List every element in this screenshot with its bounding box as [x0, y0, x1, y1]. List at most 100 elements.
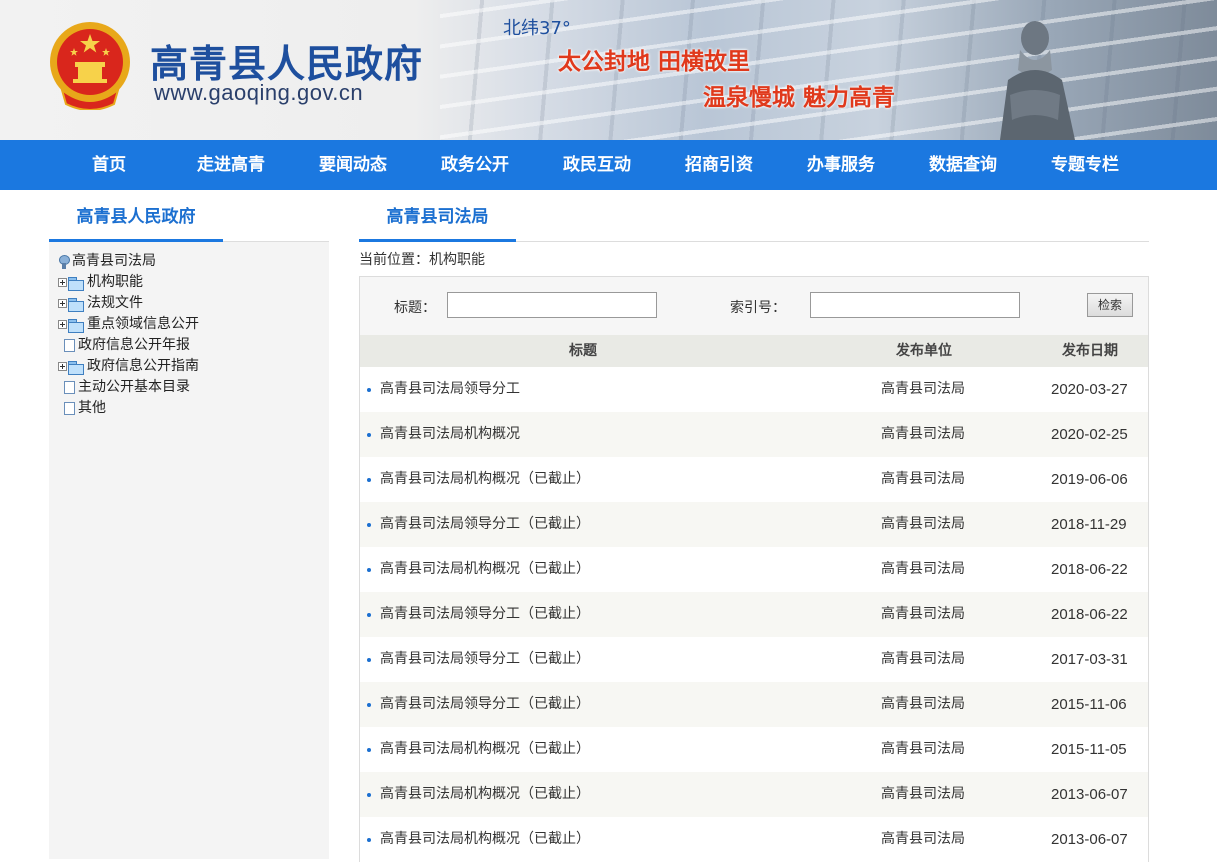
slogan-line-1: 太公封地 田横故里	[558, 49, 751, 75]
table-row: 高青县司法局机构概况（已截止） 高青县司法局 2019-06-06	[360, 457, 1148, 502]
row-title-link[interactable]: 高青县司法局领导分工（已截止）	[380, 682, 590, 727]
search-button[interactable]: 检索	[1087, 293, 1133, 317]
row-unit: 高青县司法局	[881, 471, 965, 487]
row-unit: 高青县司法局	[881, 561, 965, 577]
tree-item[interactable]: 机构职能	[58, 272, 329, 293]
tree-item[interactable]: 其他	[58, 398, 329, 419]
folder-icon	[68, 297, 84, 312]
table-row: 高青县司法局机构概况（已截止） 高青县司法局 2015-11-05	[360, 727, 1148, 772]
bullet-icon	[367, 703, 371, 707]
breadcrumb: 当前位置：机构职能	[359, 252, 485, 268]
row-date: 2015-11-06	[1051, 696, 1127, 713]
document-icon	[64, 402, 75, 415]
expand-plus-icon[interactable]	[58, 299, 67, 308]
bullet-icon	[367, 613, 371, 617]
tree-item-label[interactable]: 政府信息公开指南	[87, 356, 199, 377]
row-title-link[interactable]: 高青县司法局领导分工（已截止）	[380, 637, 590, 682]
row-title-link[interactable]: 高青县司法局机构概况（已截止）	[380, 727, 590, 772]
row-title-link[interactable]: 高青县司法局机构概况	[380, 412, 520, 457]
title-search-input[interactable]	[447, 292, 657, 318]
tree-root[interactable]: 高青县司法局	[58, 251, 329, 272]
nav-item-investment[interactable]: 招商引资	[658, 140, 780, 190]
column-header-unit: 发布单位	[896, 343, 952, 359]
folder-icon	[68, 318, 84, 333]
expand-plus-icon[interactable]	[58, 362, 67, 371]
bullet-icon	[367, 748, 371, 752]
nav-item-about[interactable]: 走进高青	[170, 140, 292, 190]
bullet-icon	[367, 793, 371, 797]
tree-item-label[interactable]: 重点领域信息公开	[87, 314, 199, 335]
bullet-icon	[367, 838, 371, 842]
row-title-link[interactable]: 高青县司法局机构概况（已截止）	[380, 817, 590, 862]
search-bar: 标题： 索引号： 检索	[360, 277, 1148, 335]
table-header: 标题 发布单位 发布日期	[360, 335, 1148, 367]
folder-icon	[68, 360, 84, 375]
nav-item-home[interactable]: 首页	[48, 140, 170, 190]
row-title-link[interactable]: 高青县司法局领导分工（已截止）	[380, 592, 590, 637]
table-row: 高青县司法局领导分工（已截止） 高青县司法局 2018-06-22	[360, 592, 1148, 637]
tree-root-label[interactable]: 高青县司法局	[72, 251, 156, 272]
table-row: 高青县司法局领导分工（已截止） 高青县司法局 2015-11-06	[360, 682, 1148, 727]
bullet-icon	[367, 568, 371, 572]
row-title-link[interactable]: 高青县司法局机构概况（已截止）	[380, 457, 590, 502]
row-title-link[interactable]: 高青县司法局机构概况（已截止）	[380, 547, 590, 592]
row-date: 2020-03-27	[1051, 381, 1128, 398]
index-search-label: 索引号：	[730, 300, 786, 316]
latitude-text: 北纬37°	[503, 18, 571, 39]
main-content: 高青县司法局 当前位置：机构职能 标题： 索引号： 检索 标题 发布单位 发布日…	[359, 190, 1149, 862]
slogan-line-2: 温泉慢城 魅力高青	[703, 85, 896, 111]
document-icon	[64, 381, 75, 394]
sidebar: 高青县人民政府 高青县司法局 机构职能 法规文件 重点领域信息公开 政府信息公开…	[49, 190, 329, 859]
tree-item-label[interactable]: 其他	[78, 398, 106, 419]
table-row: 高青县司法局领导分工（已截止） 高青县司法局 2018-11-29	[360, 502, 1148, 547]
index-search-input[interactable]	[810, 292, 1020, 318]
tree-item-label[interactable]: 机构职能	[87, 272, 143, 293]
tree-item[interactable]: 政府信息公开年报	[58, 335, 329, 356]
organization-icon	[58, 254, 70, 269]
nav-item-news[interactable]: 要闻动态	[292, 140, 414, 190]
row-unit: 高青县司法局	[881, 696, 965, 712]
expand-plus-icon[interactable]	[58, 320, 67, 329]
row-date: 2018-11-29	[1051, 516, 1127, 533]
column-header-title: 标题	[569, 343, 597, 359]
nav-item-data-query[interactable]: 数据查询	[902, 140, 1024, 190]
nav-item-special[interactable]: 专题专栏	[1024, 140, 1146, 190]
tree-item[interactable]: 政府信息公开指南	[58, 356, 329, 377]
row-date: 2018-06-22	[1051, 606, 1128, 623]
table-row: 高青县司法局领导分工（已截止） 高青县司法局 2017-03-31	[360, 637, 1148, 682]
row-title-link[interactable]: 高青县司法局机构概况（已截止）	[380, 772, 590, 817]
category-tree: 高青县司法局 机构职能 法规文件 重点领域信息公开 政府信息公开年报 政府信息公…	[49, 242, 329, 419]
row-date: 2019-06-06	[1051, 471, 1128, 488]
tree-item-label[interactable]: 法规文件	[87, 293, 143, 314]
expand-plus-icon[interactable]	[58, 278, 67, 287]
bullet-icon	[367, 478, 371, 482]
row-unit: 高青县司法局	[881, 426, 965, 442]
nav-item-gov-affairs[interactable]: 政务公开	[414, 140, 536, 190]
title-search-label: 标题：	[394, 300, 436, 316]
main-header: 高青县司法局	[359, 190, 1149, 242]
folder-icon	[68, 276, 84, 291]
tree-item-label[interactable]: 主动公开基本目录	[78, 377, 190, 398]
row-title-link[interactable]: 高青县司法局领导分工（已截止）	[380, 502, 590, 547]
main-nav: 首页 走进高青 要闻动态 政务公开 政民互动 招商引资 办事服务 数据查询 专题…	[0, 140, 1217, 190]
row-date: 2017-03-31	[1051, 651, 1128, 668]
table-row: 高青县司法局领导分工 高青县司法局 2020-03-27	[360, 367, 1148, 412]
nav-item-services[interactable]: 办事服务	[780, 140, 902, 190]
tree-item[interactable]: 重点领域信息公开	[58, 314, 329, 335]
nav-item-interaction[interactable]: 政民互动	[536, 140, 658, 190]
tree-item-label[interactable]: 政府信息公开年报	[78, 335, 190, 356]
sidebar-title: 高青县人民政府	[49, 190, 223, 242]
row-unit: 高青县司法局	[881, 651, 965, 667]
row-unit: 高青县司法局	[881, 381, 965, 397]
tree-item[interactable]: 主动公开基本目录	[58, 377, 329, 398]
row-unit: 高青县司法局	[881, 516, 965, 532]
table-row: 高青县司法局机构概况（已截止） 高青县司法局 2018-06-22	[360, 547, 1148, 592]
statue-image	[1000, 21, 1075, 140]
row-title-link[interactable]: 高青县司法局领导分工	[380, 367, 520, 412]
tree-item[interactable]: 法规文件	[58, 293, 329, 314]
site-url: www.gaoqing.gov.cn	[154, 80, 364, 105]
row-date: 2018-06-22	[1051, 561, 1128, 578]
bullet-icon	[367, 433, 371, 437]
bullet-icon	[367, 523, 371, 527]
bullet-icon	[367, 658, 371, 662]
